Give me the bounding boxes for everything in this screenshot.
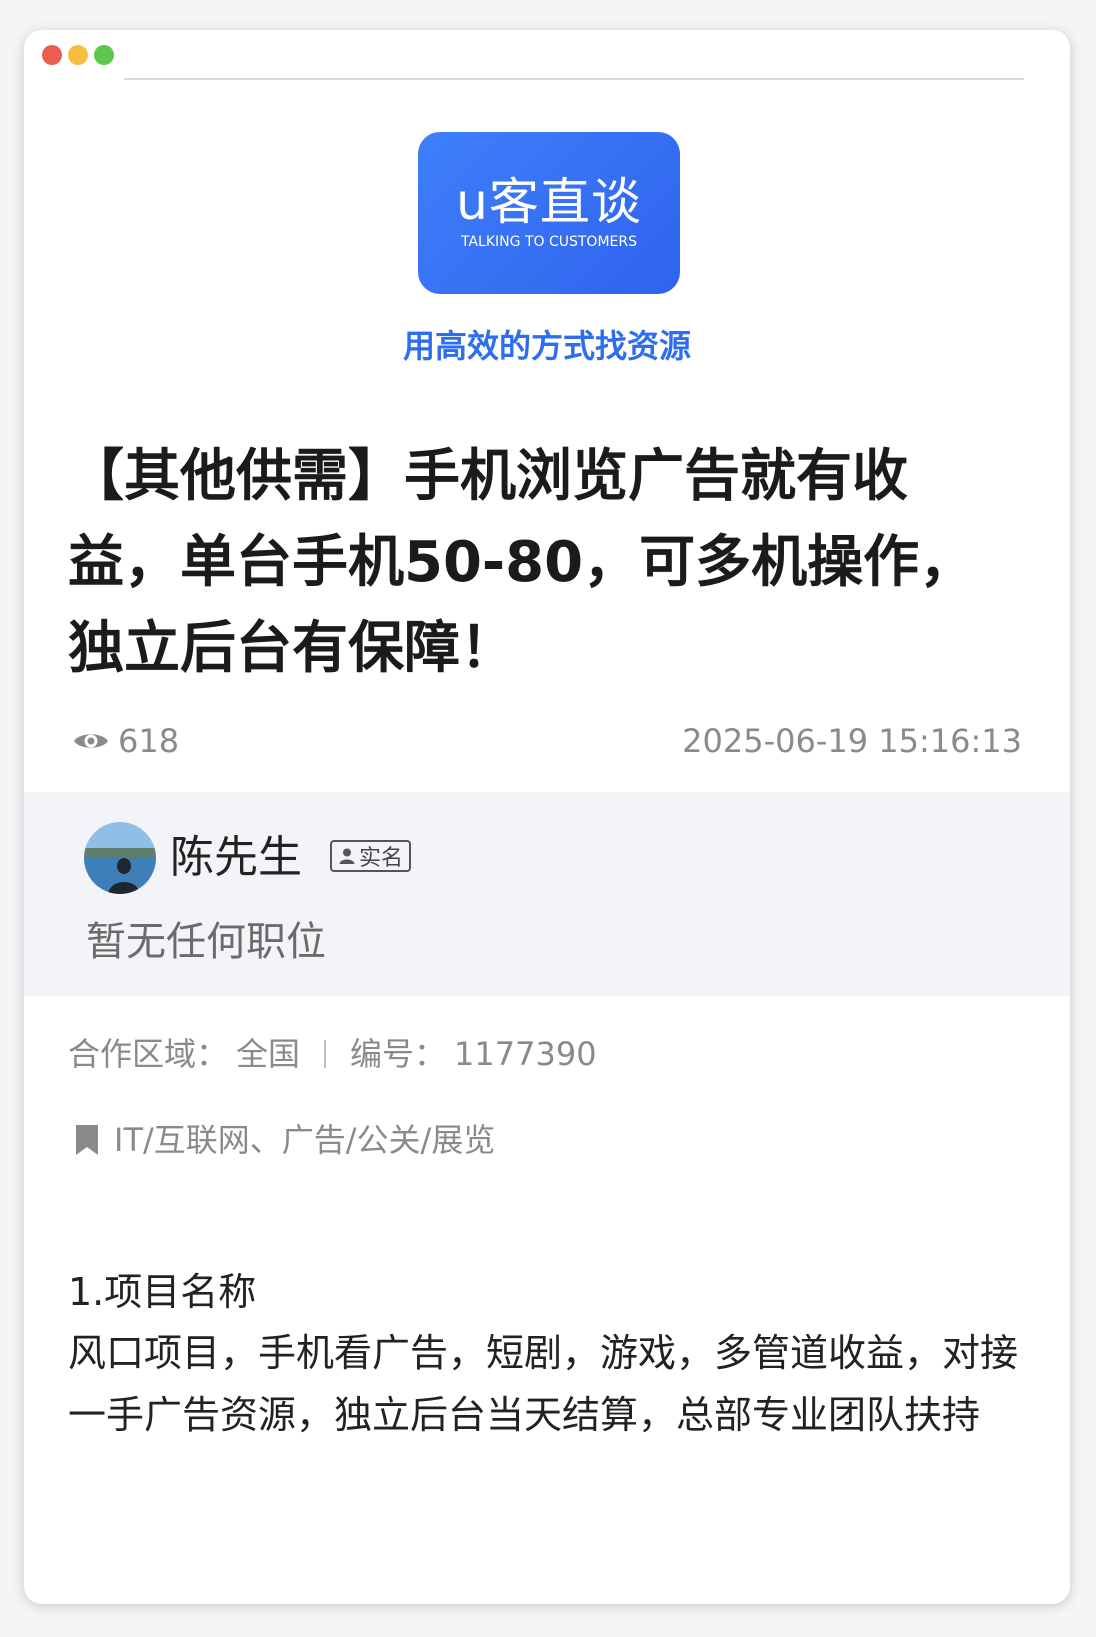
- browser-window: u客直谈 TALKING TO CUSTOMERS 用高效的方式找资源 【其他供…: [24, 30, 1070, 1604]
- body-text: 风口项目，手机看广告，短剧，游戏，多管道收益，对接一手广告资源，独立后台当天结算…: [68, 1331, 1019, 1437]
- title-bar: [24, 30, 1070, 80]
- view-count-value: 618: [118, 722, 180, 760]
- brand-logo: u客直谈 TALKING TO CUSTOMERS: [418, 132, 680, 294]
- category-tags: IT/互联网、广告/公关/展览: [74, 1118, 495, 1162]
- eye-icon: [74, 734, 108, 748]
- person-icon: [339, 848, 355, 864]
- id-value: 1177390: [454, 1035, 597, 1073]
- author-position: 暂无任何职位: [86, 919, 326, 965]
- id-label: 编号：: [350, 1035, 447, 1073]
- meta-divider: [324, 1040, 327, 1068]
- maximize-window-button[interactable]: [94, 45, 114, 65]
- brand-slogan: 用高效的方式找资源: [402, 327, 691, 365]
- close-window-button[interactable]: [42, 45, 62, 65]
- region-label: 合作区域：: [68, 1035, 229, 1073]
- verified-badge: 实名: [330, 840, 412, 872]
- author-name[interactable]: 陈先生: [170, 830, 302, 886]
- logo-subtitle: TALKING TO CUSTOMERS: [461, 234, 637, 250]
- post-title: 【其他供需】手机浏览广告就有收益，单台手机50-80，可多机操作，独立后台有保障…: [68, 444, 976, 681]
- avatar-image: [84, 822, 156, 894]
- bookmark-icon: [76, 1125, 98, 1155]
- verified-badge-label: 实名: [359, 846, 404, 871]
- author-panel[interactable]: 陈先生 实名 暂无任何职位: [24, 792, 1070, 996]
- region-value: 全国: [236, 1035, 301, 1073]
- minimize-window-button[interactable]: [68, 45, 88, 65]
- title-bar-divider: [124, 78, 1024, 80]
- avatar[interactable]: [84, 822, 156, 894]
- logo-title: u客直谈: [456, 173, 642, 231]
- view-count: 618: [72, 720, 179, 762]
- meta-line: 合作区域： 全国 编号： 1177390: [68, 1032, 597, 1076]
- body-heading: 1.项目名称: [68, 1270, 257, 1314]
- category-tags-text: IT/互联网、广告/公关/展览: [114, 1121, 496, 1159]
- post-timestamp: 2025-06-19 15:16:13: [682, 722, 1022, 760]
